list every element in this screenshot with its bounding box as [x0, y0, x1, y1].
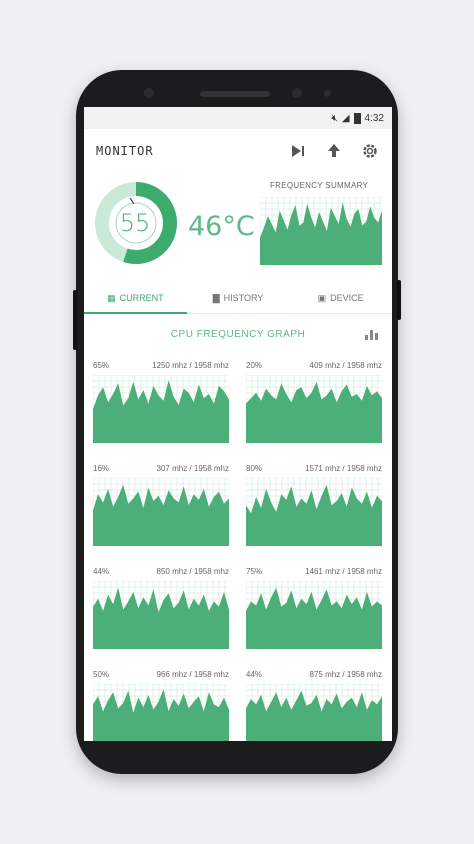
cpu-load-value: 55	[119, 209, 151, 237]
core-labels: 20% 409 mhz / 1958 mhz	[246, 361, 382, 373]
core-graph: 75% 1461 mhz / 1958 mhz	[246, 567, 382, 649]
core-frequency: 307 mhz / 1958 mhz	[156, 464, 229, 473]
core-frequency-graph	[246, 478, 382, 546]
frequency-area	[93, 484, 229, 546]
tab-label: HISTORY	[223, 293, 264, 303]
core-load-percent: 50%	[93, 670, 110, 679]
core-frequency-graph	[246, 581, 382, 649]
chart-toggle-icon[interactable]	[364, 327, 380, 344]
core-graph: 65% 1250 mhz / 1958 mhz	[93, 361, 229, 443]
front-sensor	[292, 88, 302, 98]
frequency-area	[246, 381, 382, 443]
core-labels: 75% 1461 mhz / 1958 mhz	[246, 567, 382, 579]
core-load-percent: 44%	[246, 670, 263, 679]
tab-history[interactable]: ▇ HISTORY	[187, 283, 290, 313]
core-graph: 44% 850 mhz / 1958 mhz	[93, 567, 229, 649]
settings-gear-icon[interactable]	[360, 141, 380, 161]
core-frequency-graph	[93, 478, 229, 546]
core-load-percent: 20%	[246, 361, 263, 370]
cpu-graph-title: CPU FREQUENCY GRAPH	[170, 329, 306, 340]
frequency-area	[93, 380, 229, 443]
core-labels: 44% 850 mhz / 1958 mhz	[93, 567, 229, 579]
core-graph: 50% 966 mhz / 1958 mhz	[93, 670, 229, 741]
tab-label: CURRENT	[119, 293, 164, 303]
core-load-percent: 16%	[93, 464, 110, 473]
status-time: 4:32	[364, 112, 384, 124]
core-frequency: 1571 mhz / 1958 mhz	[305, 464, 382, 473]
upload-icon[interactable]	[324, 141, 344, 161]
mute-icon: 🔇︎	[331, 112, 338, 124]
core-load-percent: 44%	[93, 567, 110, 576]
core-load-percent: 75%	[246, 567, 263, 576]
battery-icon	[353, 112, 361, 124]
tab-bar: ▦ CURRENT ▇ HISTORY ▣ DEVICE	[84, 283, 392, 314]
core-frequency: 1250 mhz / 1958 mhz	[152, 361, 229, 370]
core-frequency-graph	[246, 375, 382, 443]
tab-device[interactable]: ▣ DEVICE	[289, 283, 392, 313]
core-graph: 44% 875 mhz / 1958 mhz	[246, 670, 382, 741]
frequency-area	[246, 690, 382, 741]
core-frequency: 850 mhz / 1958 mhz	[156, 567, 229, 576]
core-labels: 65% 1250 mhz / 1958 mhz	[93, 361, 229, 373]
status-bar: 🔇︎ ◢ 4:32	[84, 107, 392, 129]
core-labels: 16% 307 mhz / 1958 mhz	[93, 464, 229, 476]
app-bar: MONITOR	[84, 129, 392, 173]
core-graph: 20% 409 mhz / 1958 mhz	[246, 361, 382, 443]
front-sensor-small	[324, 90, 331, 97]
core-frequency: 875 mhz / 1958 mhz	[309, 670, 382, 679]
app-title: MONITOR	[96, 144, 154, 158]
frequency-summary-graph	[260, 197, 382, 265]
signal-icon: ◢	[341, 112, 350, 124]
core-graph: 80% 1571 mhz / 1958 mhz	[246, 464, 382, 546]
front-camera	[144, 88, 154, 98]
phone-screen: 🔇︎ ◢ 4:32 MONITOR 55 46°C FREQUENCY SUMM…	[84, 107, 392, 741]
core-load-percent: 80%	[246, 464, 263, 473]
frequency-summary-label: FREQUENCY SUMMARY	[270, 181, 369, 190]
core-frequency: 1461 mhz / 1958 mhz	[305, 567, 382, 576]
device-icon: ▣	[317, 292, 327, 303]
phone-earpiece	[200, 91, 270, 97]
core-graph: 16% 307 mhz / 1958 mhz	[93, 464, 229, 546]
frequency-area	[246, 587, 382, 649]
core-frequency: 409 mhz / 1958 mhz	[309, 361, 382, 370]
tab-current[interactable]: ▦ CURRENT	[84, 283, 187, 314]
frequency-area	[93, 587, 229, 649]
core-labels: 80% 1571 mhz / 1958 mhz	[246, 464, 382, 476]
cpu-graph-header: CPU FREQUENCY GRAPH	[84, 325, 392, 347]
core-labels: 50% 966 mhz / 1958 mhz	[93, 670, 229, 682]
core-labels: 44% 875 mhz / 1958 mhz	[246, 670, 382, 682]
core-frequency-graph	[93, 375, 229, 443]
summary-panel: 55 46°C FREQUENCY SUMMARY	[84, 173, 392, 283]
core-frequency: 966 mhz / 1958 mhz	[156, 670, 229, 679]
cpu-temperature: 46°C	[188, 211, 255, 242]
core-load-percent: 65%	[93, 361, 110, 370]
play-overlay-icon[interactable]	[288, 141, 308, 161]
frequency-area	[246, 484, 382, 546]
core-frequency-graph	[93, 581, 229, 649]
phone-button-right	[397, 280, 401, 320]
tab-label: DEVICE	[330, 293, 364, 303]
core-frequency-graph	[93, 684, 229, 741]
frequency-area	[93, 689, 229, 741]
bar-chart-icon: ▇	[212, 292, 220, 303]
phone-button-left	[73, 290, 77, 350]
core-frequency-graph	[246, 684, 382, 741]
memory-icon: ▦	[107, 292, 116, 303]
